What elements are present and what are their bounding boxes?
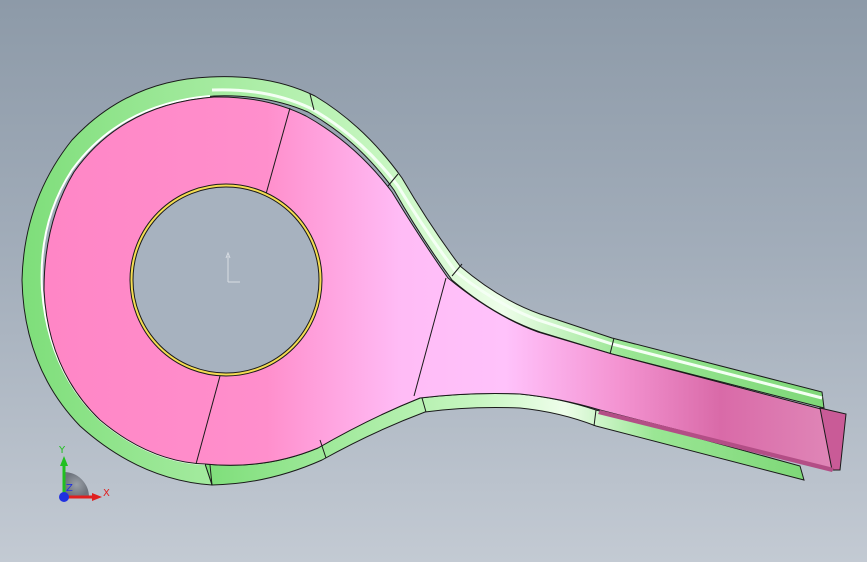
- model-canvas[interactable]: Y X Z: [0, 0, 867, 562]
- x-axis-label: X: [103, 488, 110, 499]
- y-axis-arrowhead: [60, 456, 68, 466]
- y-axis-label: Y: [58, 445, 66, 456]
- hole[interactable]: [132, 186, 320, 374]
- z-axis-label: Z: [66, 483, 73, 494]
- coordinate-triad[interactable]: Y X Z: [58, 445, 110, 502]
- cad-viewport[interactable]: Y X Z: [0, 0, 867, 562]
- x-axis-arrowhead: [92, 493, 102, 501]
